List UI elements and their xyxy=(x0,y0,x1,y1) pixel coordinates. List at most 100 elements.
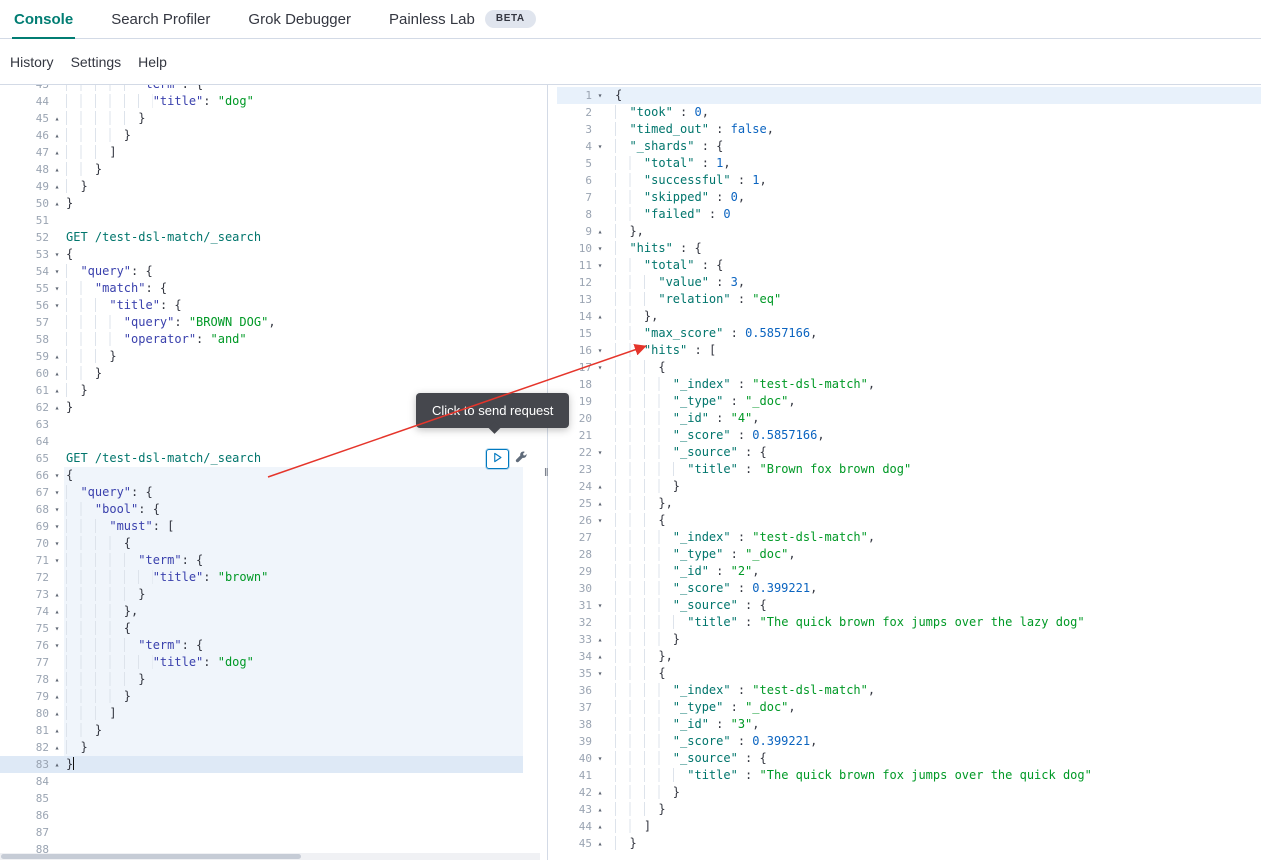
code-line-83[interactable]: 83▴} xyxy=(0,756,523,773)
fold-open-icon[interactable]: ▾ xyxy=(50,280,64,297)
fold-close-icon[interactable]: ▴ xyxy=(50,399,64,416)
code-line-40[interactable]: 40▾ "_source" : { xyxy=(557,750,1261,767)
code-line-49[interactable]: 49▴ } xyxy=(0,178,547,195)
menu-item-help[interactable]: Help xyxy=(138,54,167,70)
code-line-32[interactable]: 32 "title" : "The quick brown fox jumps … xyxy=(557,614,1261,631)
code-line-67[interactable]: 67▾ "query": { xyxy=(0,484,547,501)
code-line-20[interactable]: 20 "_id" : "4", xyxy=(557,410,1261,427)
tab-console[interactable]: Console xyxy=(12,0,75,38)
code-line-56[interactable]: 56▾ "title": { xyxy=(0,297,547,314)
code-line-66[interactable]: 66▾{ xyxy=(0,467,547,484)
fold-close-icon[interactable]: ▴ xyxy=(593,478,607,495)
code-line-64[interactable]: 64 xyxy=(0,433,547,450)
fold-close-icon[interactable]: ▴ xyxy=(593,648,607,665)
code-line-44[interactable]: 44 "title": "dog" xyxy=(0,93,547,110)
tab-search-profiler[interactable]: Search Profiler xyxy=(109,0,212,38)
fold-close-icon[interactable]: ▴ xyxy=(593,818,607,835)
code-line-22[interactable]: 22▾ "_source" : { xyxy=(557,444,1261,461)
fold-close-icon[interactable]: ▴ xyxy=(50,739,64,756)
code-line-16[interactable]: 16▾ "hits" : [ xyxy=(557,342,1261,359)
fold-open-icon[interactable]: ▾ xyxy=(593,512,607,529)
fold-open-icon[interactable]: ▾ xyxy=(50,518,64,535)
fold-close-icon[interactable]: ▴ xyxy=(593,495,607,512)
code-line-42[interactable]: 42▴ } xyxy=(557,784,1261,801)
fold-open-icon[interactable]: ▾ xyxy=(50,501,64,518)
fold-close-icon[interactable]: ▴ xyxy=(593,784,607,801)
fold-close-icon[interactable]: ▴ xyxy=(50,586,64,603)
code-line-1[interactable]: 1▾{ xyxy=(557,87,1261,104)
fold-open-icon[interactable]: ▾ xyxy=(593,750,607,767)
fold-close-icon[interactable]: ▴ xyxy=(50,365,64,382)
code-line-29[interactable]: 29 "_id" : "2", xyxy=(557,563,1261,580)
fold-open-icon[interactable]: ▾ xyxy=(593,138,607,155)
fold-close-icon[interactable]: ▴ xyxy=(593,835,607,852)
code-line-51[interactable]: 51 xyxy=(0,212,547,229)
code-line-72[interactable]: 72 "title": "brown" xyxy=(0,569,547,586)
code-line-84[interactable]: 84 xyxy=(0,773,547,790)
code-line-3[interactable]: 3 "timed_out" : false, xyxy=(557,121,1261,138)
fold-open-icon[interactable]: ▾ xyxy=(593,87,607,104)
code-line-58[interactable]: 58 "operator": "and" xyxy=(0,331,547,348)
fold-open-icon[interactable]: ▾ xyxy=(593,665,607,682)
fold-open-icon[interactable]: ▾ xyxy=(593,359,607,376)
fold-close-icon[interactable]: ▴ xyxy=(50,603,64,620)
fold-open-icon[interactable]: ▾ xyxy=(593,444,607,461)
fold-close-icon[interactable]: ▴ xyxy=(50,161,64,178)
response-output-panel[interactable]: 1▾{2 "took" : 0,3 "timed_out" : false,4▾… xyxy=(557,85,1261,860)
code-line-19[interactable]: 19 "_type" : "_doc", xyxy=(557,393,1261,410)
code-line-75[interactable]: 75▾ { xyxy=(0,620,547,637)
fold-close-icon[interactable]: ▴ xyxy=(593,631,607,648)
code-line-45[interactable]: 45▴ } xyxy=(0,110,547,127)
code-line-54[interactable]: 54▾ "query": { xyxy=(0,263,547,280)
code-line-5[interactable]: 5 "total" : 1, xyxy=(557,155,1261,172)
code-line-21[interactable]: 21 "_score" : 0.5857166, xyxy=(557,427,1261,444)
fold-close-icon[interactable]: ▴ xyxy=(50,348,64,365)
fold-open-icon[interactable]: ▾ xyxy=(593,257,607,274)
fold-open-icon[interactable]: ▾ xyxy=(50,297,64,314)
horizontal-scrollbar[interactable] xyxy=(0,853,540,860)
menu-item-history[interactable]: History xyxy=(10,54,54,70)
code-line-87[interactable]: 87 xyxy=(0,824,547,841)
code-line-77[interactable]: 77 "title": "dog" xyxy=(0,654,547,671)
code-line-28[interactable]: 28 "_type" : "_doc", xyxy=(557,546,1261,563)
code-line-12[interactable]: 12 "value" : 3, xyxy=(557,274,1261,291)
code-line-14[interactable]: 14▴ }, xyxy=(557,308,1261,325)
code-line-7[interactable]: 7 "skipped" : 0, xyxy=(557,189,1261,206)
fold-open-icon[interactable]: ▾ xyxy=(593,240,607,257)
send-request-button[interactable] xyxy=(486,449,509,469)
fold-open-icon[interactable]: ▾ xyxy=(50,246,64,263)
code-line-33[interactable]: 33▴ } xyxy=(557,631,1261,648)
code-line-80[interactable]: 80▴ ] xyxy=(0,705,547,722)
code-line-37[interactable]: 37 "_type" : "_doc", xyxy=(557,699,1261,716)
code-line-78[interactable]: 78▴ } xyxy=(0,671,547,688)
code-line-31[interactable]: 31▾ "_source" : { xyxy=(557,597,1261,614)
fold-close-icon[interactable]: ▴ xyxy=(50,195,64,212)
fold-open-icon[interactable]: ▾ xyxy=(50,484,64,501)
menu-item-settings[interactable]: Settings xyxy=(71,54,122,70)
code-line-43[interactable]: 43 "term": { xyxy=(0,85,547,93)
code-line-79[interactable]: 79▴ } xyxy=(0,688,547,705)
code-line-70[interactable]: 70▾ { xyxy=(0,535,547,552)
fold-open-icon[interactable]: ▾ xyxy=(50,535,64,552)
fold-close-icon[interactable]: ▴ xyxy=(50,144,64,161)
fold-close-icon[interactable]: ▴ xyxy=(593,223,607,240)
code-line-57[interactable]: 57 "query": "BROWN DOG", xyxy=(0,314,547,331)
fold-close-icon[interactable]: ▴ xyxy=(50,178,64,195)
code-line-2[interactable]: 2 "took" : 0, xyxy=(557,104,1261,121)
request-editor-panel[interactable]: 43 "term": {44 "title": "dog"45▴ }46▴ }4… xyxy=(0,85,547,860)
fold-close-icon[interactable]: ▴ xyxy=(593,801,607,818)
code-line-48[interactable]: 48▴ } xyxy=(0,161,547,178)
fold-open-icon[interactable]: ▾ xyxy=(593,342,607,359)
fold-close-icon[interactable]: ▴ xyxy=(50,705,64,722)
code-line-52[interactable]: 52GET /test-dsl-match/_search xyxy=(0,229,547,246)
code-line-86[interactable]: 86 xyxy=(0,807,547,824)
resizer-handle-icon[interactable]: ‖ xyxy=(544,467,549,479)
code-line-17[interactable]: 17▾ { xyxy=(557,359,1261,376)
code-line-74[interactable]: 74▴ }, xyxy=(0,603,547,620)
code-line-59[interactable]: 59▴ } xyxy=(0,348,547,365)
code-line-18[interactable]: 18 "_index" : "test-dsl-match", xyxy=(557,376,1261,393)
code-line-25[interactable]: 25▴ }, xyxy=(557,495,1261,512)
code-line-44[interactable]: 44▴ ] xyxy=(557,818,1261,835)
code-line-73[interactable]: 73▴ } xyxy=(0,586,547,603)
fold-close-icon[interactable]: ▴ xyxy=(50,671,64,688)
